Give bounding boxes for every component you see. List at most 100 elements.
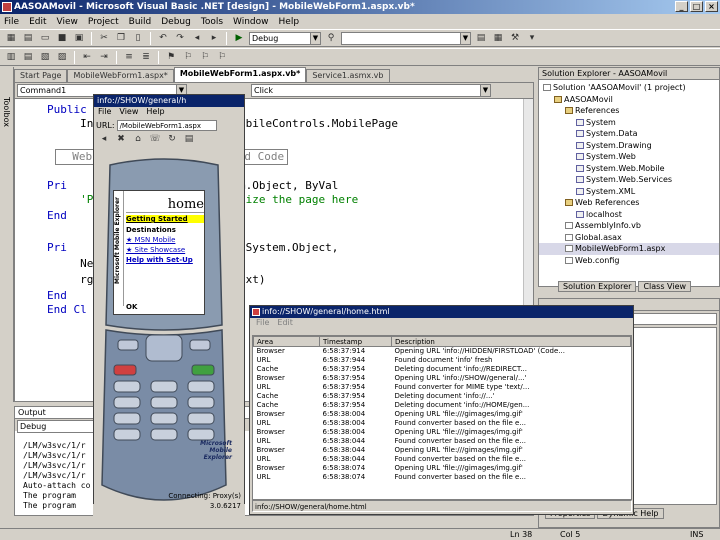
toolbox-icon[interactable]: ⚒: [508, 32, 522, 45]
tree-item[interactable]: Web.config: [539, 255, 719, 267]
toolbox-strip[interactable]: Toolbox: [0, 67, 14, 402]
save-icon[interactable]: ■: [55, 32, 69, 45]
tree-item[interactable]: System: [539, 117, 719, 129]
tab-service1-asmx-vb[interactable]: Service1.asmx.vb: [306, 69, 390, 82]
method-name-combo[interactable]: Click ▼: [251, 84, 491, 97]
nav-forward-icon[interactable]: ▸: [207, 32, 221, 45]
tab-class-view[interactable]: Class View: [638, 281, 692, 292]
undo-icon[interactable]: ↶: [156, 32, 170, 45]
table-row[interactable]: Browser 6:58:37:914 Opening URL 'info://HI…: [254, 347, 631, 357]
uncomment-icon[interactable]: ≣: [139, 51, 153, 64]
emulator-menu-file[interactable]: File: [98, 107, 111, 118]
table-row[interactable]: Browser 6:58:38:004 Opening URL 'file:///g…: [254, 410, 631, 419]
column-header-description[interactable]: Description: [391, 336, 631, 347]
save-all-icon[interactable]: ▣: [72, 32, 86, 45]
param-info-icon[interactable]: ▤: [21, 51, 35, 64]
stop-icon[interactable]: ✖: [114, 132, 128, 145]
nav-back-icon[interactable]: ◂: [190, 32, 204, 45]
next-bookmark-icon[interactable]: ⚐: [181, 51, 195, 64]
table-row[interactable]: URL 6:58:37:944 Found document 'info' fres…: [254, 356, 631, 365]
tab-solution-explorer[interactable]: Solution Explorer: [558, 281, 637, 292]
bookmark-icon[interactable]: ▤: [182, 132, 196, 145]
url-input[interactable]: /MobileWebForm1.aspx: [116, 119, 217, 131]
minimize-button[interactable]: _: [675, 1, 688, 12]
table-row[interactable]: Browser 6:58:37:954 Opening URL 'info://SH…: [254, 374, 631, 383]
refresh-icon[interactable]: ↻: [165, 132, 179, 145]
tree-item[interactable]: System.Web.Services: [539, 174, 719, 186]
menu-window[interactable]: Window: [233, 17, 269, 27]
column-header-timestamp[interactable]: Timestamp: [319, 336, 392, 347]
prev-bookmark-icon[interactable]: ⚐: [198, 51, 212, 64]
complete-word-icon[interactable]: ▨: [55, 51, 69, 64]
table-row[interactable]: URL 6:58:38:044 Found converter based on t…: [254, 437, 631, 446]
tree-item[interactable]: AssemblyInfo.vb: [539, 220, 719, 232]
tree-item[interactable]: System.XML: [539, 186, 719, 198]
table-row[interactable]: Cache 6:58:37:954 Deleting document 'info:…: [254, 401, 631, 410]
tree-item[interactable]: Global.asax: [539, 232, 719, 244]
table-row[interactable]: Browser 6:58:38:004 Opening URL 'file:///g…: [254, 428, 631, 437]
tree-item[interactable]: Web References: [539, 197, 719, 209]
tree-item[interactable]: localhost: [539, 209, 719, 221]
outdent-icon[interactable]: ⇤: [80, 51, 94, 64]
tree-item[interactable]: MobileWebForm1.aspx: [539, 243, 719, 255]
log-grid[interactable]: Area Timestamp Description Browser 6:58:3…: [252, 335, 632, 500]
menu-build[interactable]: Build: [129, 17, 152, 27]
tab-mobilewebform1-aspx-vb[interactable]: MobileWebForm1.aspx.vb*: [173, 67, 307, 82]
cut-icon[interactable]: ✂: [97, 32, 111, 45]
table-row[interactable]: Cache 6:58:37:954 Deleting document 'info:…: [254, 392, 631, 401]
tree-item[interactable]: System.Drawing: [539, 140, 719, 152]
tree-item[interactable]: System.Data: [539, 128, 719, 140]
log-menu-file[interactable]: File: [256, 318, 269, 329]
tree-item[interactable]: References: [539, 105, 719, 117]
screen-link-showcase[interactable]: ★ Site Showcase: [126, 246, 185, 254]
comment-icon[interactable]: ≡: [122, 51, 136, 64]
bookmark-icon[interactable]: ⚑: [164, 51, 178, 64]
table-row[interactable]: Browser 6:58:38:044 Opening URL 'file:///g…: [254, 446, 631, 455]
quick-info-icon[interactable]: ▧: [38, 51, 52, 64]
new-project-icon[interactable]: ▦: [4, 32, 18, 45]
find-combo[interactable]: ▼: [341, 31, 471, 45]
screen-selected-link[interactable]: Getting Started: [126, 215, 204, 223]
tab-mobilewebform1-aspx[interactable]: MobileWebForm1.aspx*: [67, 69, 174, 82]
table-row[interactable]: URL 6:58:38:044 Found converter based on t…: [254, 455, 631, 464]
solution-explorer-icon[interactable]: ▤: [474, 32, 488, 45]
table-row[interactable]: Cache 6:58:37:954 Deleting document 'info:…: [254, 365, 631, 374]
menu-help[interactable]: Help: [279, 17, 300, 27]
add-item-icon[interactable]: ▤: [21, 32, 35, 45]
table-row[interactable]: URL 6:58:38:004 Found converter based on t…: [254, 419, 631, 428]
open-icon[interactable]: ▭: [38, 32, 52, 45]
tree-item[interactable]: System.Web: [539, 151, 719, 163]
table-row[interactable]: Browser 6:58:38:074 Opening URL 'file:///g…: [254, 464, 631, 473]
table-row[interactable]: URL 6:58:38:074 Found converter based on t…: [254, 473, 631, 482]
menu-file[interactable]: File: [4, 17, 19, 27]
tab-start-page[interactable]: Start Page: [14, 69, 68, 82]
maximize-button[interactable]: □: [690, 1, 703, 12]
log-menu-edit[interactable]: Edit: [277, 318, 293, 329]
column-header-area[interactable]: Area: [253, 336, 320, 347]
more-icon[interactable]: ▾: [525, 32, 539, 45]
screen-link-help[interactable]: Help with Set-Up: [126, 256, 193, 264]
start-icon[interactable]: ▶: [232, 32, 246, 45]
clear-bookmarks-icon[interactable]: ⚐: [215, 51, 229, 64]
home-icon[interactable]: ⌂: [131, 132, 145, 145]
indent-icon[interactable]: ⇥: [97, 51, 111, 64]
find-icon[interactable]: ⚲: [324, 32, 338, 45]
menu-tools[interactable]: Tools: [201, 17, 223, 27]
copy-icon[interactable]: ❐: [114, 32, 128, 45]
menu-debug[interactable]: Debug: [161, 17, 191, 27]
close-button[interactable]: ×: [705, 1, 718, 12]
properties-icon[interactable]: ▦: [491, 32, 505, 45]
menu-view[interactable]: View: [57, 17, 78, 27]
solution-config-combo[interactable]: Debug ▼: [249, 31, 321, 45]
screen-softkey[interactable]: OK: [126, 303, 137, 311]
tree-item[interactable]: AASOAMovil: [539, 94, 719, 106]
menu-edit[interactable]: Edit: [29, 17, 46, 27]
menu-project[interactable]: Project: [88, 17, 119, 27]
emulator-menu-help[interactable]: Help: [146, 107, 164, 118]
member-list-icon[interactable]: ▥: [4, 51, 18, 64]
solution-tree[interactable]: Solution 'AASOAMovil' (1 project) AASOAMo…: [539, 80, 719, 266]
back-icon[interactable]: ◂: [97, 132, 111, 145]
redo-icon[interactable]: ↷: [173, 32, 187, 45]
phone-screen[interactable]: Microsoft Mobile Explorer home Getting S…: [113, 190, 205, 315]
phone-icon[interactable]: ☏: [148, 132, 162, 145]
